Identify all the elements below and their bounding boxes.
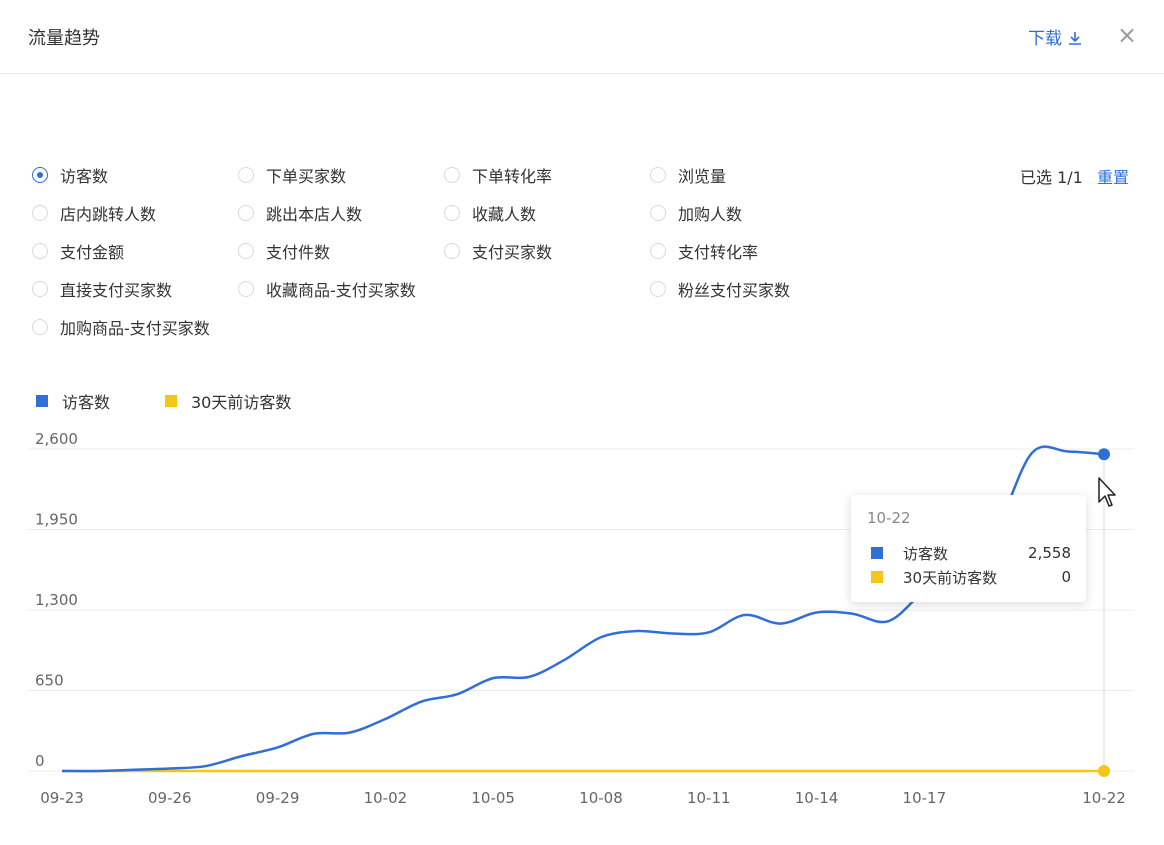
metric-label: 加购人数 bbox=[678, 205, 743, 224]
trend-chart[interactable]: 2,600 1,950 1,300 650 0 09-23 09-26 09-29 10-02 1… bbox=[0, 420, 1164, 810]
dialog-title: 流量趋势 bbox=[28, 28, 100, 49]
metric-label: 收藏商品-支付买家数 bbox=[266, 281, 416, 300]
radio-button[interactable] bbox=[238, 281, 254, 297]
metric-label: 访客数 bbox=[60, 167, 109, 186]
radio-button[interactable] bbox=[32, 167, 48, 183]
metric-label: 支付金额 bbox=[60, 243, 125, 262]
tooltip-date: 10-22 bbox=[867, 509, 911, 527]
tooltip-row: 30天前访客数 0 bbox=[871, 567, 1071, 587]
radio-button[interactable] bbox=[650, 243, 666, 259]
radio-button[interactable] bbox=[444, 243, 460, 259]
metric-label: 浏览量 bbox=[678, 167, 727, 186]
y-tick-label: 0 bbox=[35, 752, 45, 770]
reset-button[interactable]: 重置 bbox=[1097, 164, 1129, 188]
metric-label: 店内跳转人数 bbox=[60, 205, 157, 224]
tooltip-series-value: 0 bbox=[1061, 568, 1071, 586]
selected-count: 已选 1/1 bbox=[1020, 168, 1083, 187]
y-tick-label: 1,300 bbox=[35, 591, 78, 609]
x-tick-label: 09-23 bbox=[40, 789, 84, 807]
radio-button[interactable] bbox=[650, 281, 666, 297]
metric-option[interactable]: 加购人数 bbox=[650, 202, 742, 224]
legend-label: 访客数 bbox=[62, 393, 111, 412]
y-tick-label: 650 bbox=[35, 672, 64, 690]
download-label: 下载 bbox=[1028, 29, 1062, 49]
tooltip-series-name: 访客数 bbox=[903, 544, 949, 563]
metric-option[interactable]: 店内跳转人数 bbox=[32, 202, 156, 224]
legend-label: 30天前访客数 bbox=[191, 393, 292, 412]
tooltip-series-name: 30天前访客数 bbox=[903, 568, 998, 587]
metric-label: 粉丝支付买家数 bbox=[678, 281, 791, 300]
radio-button[interactable] bbox=[238, 205, 254, 221]
close-icon[interactable]: × bbox=[1114, 20, 1140, 50]
metric-option[interactable]: 支付买家数 bbox=[444, 240, 552, 262]
x-tick-label: 09-29 bbox=[256, 789, 300, 807]
radio-button[interactable] bbox=[238, 243, 254, 259]
radio-button[interactable] bbox=[650, 205, 666, 221]
radio-button[interactable] bbox=[238, 167, 254, 183]
highlighted-data-point[interactable] bbox=[1098, 765, 1110, 777]
metric-option[interactable]: 支付转化率 bbox=[650, 240, 758, 262]
metric-option[interactable]: 访客数 bbox=[32, 164, 108, 186]
metric-option[interactable]: 跳出本店人数 bbox=[238, 202, 362, 224]
x-tick-label: 09-26 bbox=[148, 789, 192, 807]
legend-swatch bbox=[36, 395, 48, 407]
metric-option[interactable]: 浏览量 bbox=[650, 164, 726, 186]
radio-button[interactable] bbox=[32, 319, 48, 335]
metric-option[interactable]: 粉丝支付买家数 bbox=[650, 278, 790, 300]
tooltip-series-value: 2,558 bbox=[1028, 544, 1071, 562]
radio-button[interactable] bbox=[444, 167, 460, 183]
metric-option[interactable]: 下单转化率 bbox=[444, 164, 552, 186]
legend-item-visitors-30d-ago[interactable]: 30天前访客数 bbox=[165, 390, 291, 412]
metric-option[interactable]: 直接支付买家数 bbox=[32, 278, 172, 300]
radio-button[interactable] bbox=[650, 167, 666, 183]
metric-option[interactable]: 加购商品-支付买家数 bbox=[32, 316, 210, 338]
x-tick-label: 10-02 bbox=[364, 789, 408, 807]
x-tick-label: 10-11 bbox=[687, 789, 731, 807]
x-tick-label: 10-05 bbox=[471, 789, 515, 807]
metric-label: 支付买家数 bbox=[472, 243, 553, 262]
metric-option[interactable]: 支付件数 bbox=[238, 240, 330, 262]
legend-swatch bbox=[165, 395, 177, 407]
metric-label: 下单买家数 bbox=[266, 167, 347, 186]
x-tick-label: 10-08 bbox=[579, 789, 623, 807]
metric-label: 收藏人数 bbox=[472, 205, 537, 224]
x-tick-label: 10-14 bbox=[795, 789, 839, 807]
x-tick-label: 10-17 bbox=[903, 789, 947, 807]
mouse-pointer-icon bbox=[1098, 477, 1116, 507]
tooltip-row: 访客数 2,558 bbox=[871, 543, 1071, 563]
metric-option[interactable]: 支付金额 bbox=[32, 240, 124, 262]
legend-item-visitors[interactable]: 访客数 bbox=[36, 390, 110, 412]
dialog-header: 流量趋势 下载 × bbox=[0, 0, 1164, 74]
x-tick-label: 10-22 bbox=[1082, 789, 1126, 807]
radio-button[interactable] bbox=[32, 281, 48, 297]
tooltip-swatch bbox=[871, 571, 883, 583]
metric-label: 支付转化率 bbox=[678, 243, 759, 262]
highlighted-data-point[interactable] bbox=[1098, 448, 1110, 461]
chart-tooltip: 10-22 访客数 2,558 30天前访客数 0 bbox=[851, 495, 1086, 602]
metric-option[interactable]: 下单买家数 bbox=[238, 164, 346, 186]
download-button[interactable]: 下载 bbox=[1028, 24, 1083, 49]
y-tick-label: 2,600 bbox=[35, 430, 78, 448]
radio-button[interactable] bbox=[444, 205, 460, 221]
radio-button[interactable] bbox=[32, 243, 48, 259]
download-icon bbox=[1069, 32, 1082, 45]
metric-label: 加购商品-支付买家数 bbox=[60, 319, 210, 338]
metric-option[interactable]: 收藏人数 bbox=[444, 202, 536, 224]
y-tick-label: 1,950 bbox=[35, 511, 78, 529]
metric-option[interactable]: 收藏商品-支付买家数 bbox=[238, 278, 416, 300]
tooltip-swatch bbox=[871, 547, 883, 559]
metric-label: 下单转化率 bbox=[472, 167, 553, 186]
metric-label: 支付件数 bbox=[266, 243, 331, 262]
metric-label: 直接支付买家数 bbox=[60, 281, 173, 300]
radio-button[interactable] bbox=[32, 205, 48, 221]
metric-label: 跳出本店人数 bbox=[266, 205, 363, 224]
